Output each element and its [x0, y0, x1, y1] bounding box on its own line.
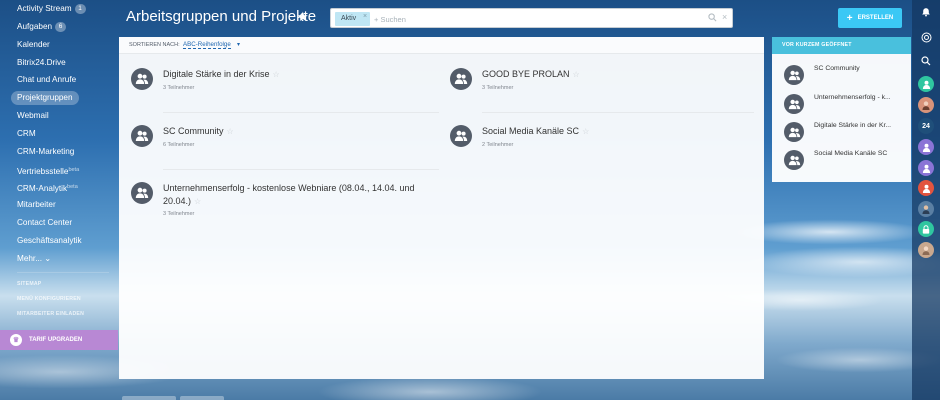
sitemap-link[interactable]: SITEMAP [17, 281, 41, 287]
menu-item-crm-marketing[interactable]: CRM-Marketing [11, 145, 80, 159]
menu-item-contact-center[interactable]: Contact Center [11, 216, 78, 230]
group-members: 3 Teilnehmer [482, 85, 514, 91]
star-icon[interactable]: ☆ [573, 70, 580, 79]
clear-icon[interactable]: × [722, 12, 727, 22]
menu-item-crm[interactable]: CRM [11, 127, 42, 141]
menu-item-mitarbeiter[interactable]: Mitarbeiter [11, 198, 62, 212]
tasks-counter: 6 [55, 22, 67, 32]
group-avatar-icon [131, 125, 153, 147]
plus-icon: + [846, 12, 853, 24]
recent-item-name: Unternehmenserfolg - k... [814, 94, 891, 101]
user-green-icon[interactable] [918, 76, 934, 92]
menu-item-vertriebsstelle[interactable]: Vertriebsstellebeta [11, 163, 85, 177]
recent-header: VOR KURZEM GEÖFFNET [772, 37, 911, 54]
group-members: 3 Teilnehmer [163, 211, 195, 217]
star-icon[interactable]: ☆ [194, 197, 201, 206]
recent-item[interactable]: Unternehmenserfolg - k... [784, 94, 909, 116]
group-avatar-icon [131, 182, 153, 204]
menu-item-webmail[interactable]: Webmail [11, 109, 55, 123]
group-avatar-icon [784, 122, 804, 142]
group-members: 2 Teilnehmer [482, 142, 514, 148]
group-avatar-icon [131, 68, 153, 90]
group-avatar-icon [784, 150, 804, 170]
group-name[interactable]: GOOD BYE PROLAN ☆ [482, 68, 752, 81]
menu-item-kalender[interactable]: Kalender [11, 38, 56, 52]
close-icon[interactable]: × [363, 13, 367, 20]
group-card[interactable]: Digitale Stärke in der Krise ☆ 3 Teilnehm… [131, 68, 421, 98]
chevron-down-icon[interactable]: ▾ [237, 41, 240, 48]
lock-icon[interactable] [918, 221, 934, 237]
recent-item-name: Social Media Kanäle SC [814, 150, 888, 157]
group-members: 3 Teilnehmer [163, 85, 195, 91]
sort-label: SORTIEREN NACH: [129, 42, 180, 48]
search-icon[interactable] [708, 13, 717, 24]
group-members: 6 Teilnehmer [163, 142, 195, 148]
groups-panel: SORTIEREN NACH: ABC-Reihenfolge ▾ Digita… [119, 37, 764, 379]
beta-label: beta [68, 167, 80, 173]
notification-counter[interactable]: 24 [918, 118, 934, 134]
group-card[interactable]: Unternehmenserfolg - kostenlose Webniare… [131, 182, 421, 222]
menu-item-drive[interactable]: Bitrix24.Drive [11, 56, 72, 70]
create-button[interactable]: + ERSTELLEN [838, 8, 902, 28]
group-card[interactable]: GOOD BYE PROLAN ☆ 3 Teilnehmer [450, 68, 740, 98]
activity-counter: 1 [74, 4, 86, 14]
group-avatar-icon [784, 94, 804, 114]
search-input[interactable] [374, 12, 674, 26]
menu-item-aufgaben[interactable]: Aufgaben 6 [11, 20, 72, 34]
avatar[interactable] [918, 242, 934, 258]
user-violet-icon[interactable] [918, 139, 934, 155]
user-violet-icon[interactable] [918, 160, 934, 176]
chevron-down-icon: ⌄ [44, 254, 52, 263]
group-avatar-icon [450, 125, 472, 147]
search-filter-bar[interactable]: Aktiv × × [330, 8, 733, 28]
menu-item-crm-analytik[interactable]: CRM-Analytikbeta [11, 180, 84, 194]
user-red-icon[interactable] [918, 180, 934, 196]
footer-button[interactable] [122, 396, 176, 400]
group-name[interactable]: Unternehmenserfolg - kostenlose Webniare… [163, 182, 433, 208]
right-sidebar: 24 [912, 0, 940, 400]
star-icon[interactable]: ☆ [582, 127, 589, 136]
page-title: Arbeitsgruppen und Projekte [126, 8, 317, 25]
sort-bar: SORTIEREN NACH: ABC-Reihenfolge ▾ [119, 37, 764, 54]
star-icon[interactable]: ★ [297, 9, 309, 25]
menu-item-mehr[interactable]: Mehr... ⌄ [11, 252, 57, 266]
group-avatar-icon [450, 68, 472, 90]
group-card[interactable]: SC Community ☆ 6 Teilnehmer [131, 125, 421, 155]
divider [163, 169, 439, 170]
recent-panel: VOR KURZEM GEÖFFNET SC Community Unterne… [772, 37, 911, 182]
group-card[interactable]: Social Media Kanäle SC ☆ 2 Teilnehmer [450, 125, 740, 155]
upgrade-tariff-button[interactable]: ♛ TARIF UPGRADEN [0, 330, 118, 350]
recent-item[interactable]: Digitale Stärke in der Kr... [784, 122, 909, 144]
sort-selector[interactable]: ABC-Reihenfolge [183, 41, 231, 49]
group-name[interactable]: Social Media Kanäle SC ☆ [482, 125, 752, 138]
menu-item-chat[interactable]: Chat und Anrufe [11, 73, 82, 87]
left-menu: Activity Stream 1 Aufgaben 6 Kalender Bitr… [0, 0, 118, 400]
avatar[interactable] [918, 201, 934, 217]
invite-employees-link[interactable]: MITARBEITER EINLADEN [17, 311, 84, 317]
crown-icon: ♛ [10, 334, 22, 346]
star-icon[interactable]: ☆ [227, 127, 234, 136]
help-icon[interactable] [918, 29, 934, 45]
recent-item[interactable]: Social Media Kanäle SC [784, 150, 909, 172]
menu-item-geschaeftsanalytik[interactable]: Geschäftsanalytik [11, 234, 88, 248]
menu-item-projektgruppen[interactable]: Projektgruppen [11, 91, 79, 105]
group-name[interactable]: Digitale Stärke in der Krise ☆ [163, 68, 433, 81]
divider [482, 112, 754, 113]
group-avatar-icon [784, 65, 804, 85]
menu-item-activity-stream[interactable]: Activity Stream 1 [11, 2, 92, 16]
star-icon[interactable]: ☆ [273, 70, 280, 79]
group-name[interactable]: SC Community ☆ [163, 125, 433, 138]
divider [163, 112, 439, 113]
recent-item-name: Digitale Stärke in der Kr... [814, 122, 892, 129]
avatar[interactable] [918, 97, 934, 113]
configure-menu-link[interactable]: MENÜ KONFIGURIEREN [17, 296, 81, 302]
menu-divider [17, 272, 109, 273]
beta-label: beta [67, 184, 78, 190]
recent-item-name: SC Community [814, 65, 860, 72]
footer-button[interactable] [180, 396, 224, 400]
bell-icon[interactable] [918, 4, 934, 20]
search-icon[interactable] [918, 53, 934, 69]
recent-item[interactable]: SC Community [784, 65, 909, 87]
